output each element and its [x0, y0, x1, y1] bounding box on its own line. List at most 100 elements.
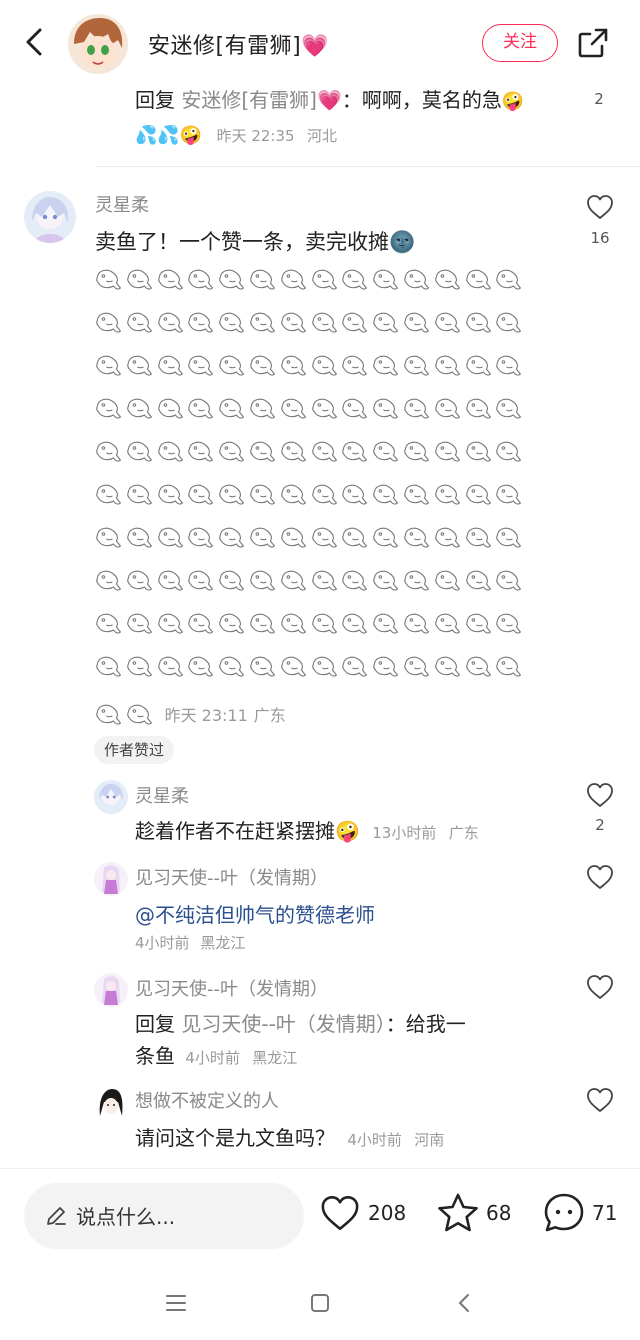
like-button[interactable]: [585, 973, 615, 1001]
follow-button[interactable]: 关注: [482, 24, 558, 62]
fish-outline-icon: [124, 565, 155, 595]
comment-author[interactable]: 灵星柔: [135, 782, 189, 808]
comment-time: 4小时前: [135, 934, 190, 952]
fish-outline-icon: [93, 651, 124, 681]
fish-outline-icon: [309, 393, 340, 423]
divider: [95, 166, 640, 167]
fish-outline-icon: [216, 350, 247, 380]
fish-outline-icon: [309, 350, 340, 380]
fish-outline-icon: [493, 393, 524, 423]
menu-icon[interactable]: [163, 1290, 189, 1316]
comment-button[interactable]: 71: [542, 1191, 617, 1235]
heart-outline-icon: [321, 1196, 359, 1230]
fish-outline-icon: [216, 479, 247, 509]
fish-outline-icon: [463, 350, 494, 380]
share-button[interactable]: [576, 26, 610, 60]
fish-outline-icon: [278, 651, 309, 681]
fish-outline-icon: [493, 565, 524, 595]
quoted-user[interactable]: 见习天使--叶（发情期）: [181, 1012, 385, 1036]
reply-like-count: 2: [594, 90, 604, 108]
author-avatar[interactable]: [68, 14, 128, 74]
share-icon: [578, 28, 608, 58]
comment-time: 4小时前: [347, 1131, 402, 1149]
heart-outline-icon: [585, 863, 615, 891]
like-button[interactable]: [585, 1086, 615, 1114]
fish-outline-icon: [463, 264, 494, 294]
fish-outline-icon: [124, 350, 155, 380]
fish-outline-icon: [185, 565, 216, 595]
comment-location: 广东: [253, 706, 286, 725]
fish-outline-icon: [155, 393, 186, 423]
comment-author[interactable]: 见习天使--叶（发情期）: [135, 975, 328, 1001]
bottom-action-bar: 说点什么... 208 68 71: [0, 1168, 640, 1264]
fish-outline-icon: [216, 565, 247, 595]
fish-outline-icon: [432, 436, 463, 466]
fish-outline-icon: [370, 350, 401, 380]
fish-outline-icon: [185, 393, 216, 423]
comment-location: 黑龙江: [252, 1049, 298, 1067]
fish-outline-icon: [432, 651, 463, 681]
comment-text: @不纯洁但帅气的赞德老师: [135, 899, 375, 928]
comment-time: 4小时前: [185, 1049, 240, 1067]
fish-outline-icon: [309, 608, 340, 638]
like-button[interactable]: [585, 193, 615, 221]
mention-link[interactable]: @不纯洁但帅气的赞德老师: [135, 903, 375, 927]
avatar[interactable]: [94, 973, 128, 1007]
like-post-button[interactable]: 208: [318, 1191, 406, 1235]
fish-outline-icon: [247, 651, 278, 681]
fish-outline-icon: [432, 350, 463, 380]
comment-text-body: 请问这个是九文鱼吗？: [135, 1126, 335, 1150]
comment-time: 昨天 23:11: [164, 706, 248, 725]
comment-author[interactable]: 见习天使--叶（发情期）: [135, 864, 328, 890]
fish-outline-icon: [463, 307, 494, 337]
fish-outline-icon: [278, 307, 309, 337]
avatar[interactable]: [94, 862, 128, 896]
comment-author[interactable]: 灵星柔: [95, 191, 149, 217]
like-button[interactable]: [585, 863, 615, 891]
fish-outline-icon: [339, 479, 370, 509]
comment-bubble-icon: [544, 1193, 584, 1232]
fish-outline-icon: [185, 522, 216, 552]
quoted-user[interactable]: 安迷修[有雷狮]💗: [181, 88, 342, 112]
comment-input[interactable]: 说点什么...: [24, 1183, 304, 1249]
fish-emoji-grid: [93, 264, 533, 694]
heart-outline-icon: [585, 781, 615, 809]
favorite-button[interactable]: 68: [436, 1191, 511, 1235]
like-button[interactable]: [585, 781, 615, 809]
back-button[interactable]: [18, 22, 54, 62]
fish-outline-icon: [278, 264, 309, 294]
fish-outline-icon: [339, 436, 370, 466]
fish-outline-icon: [278, 436, 309, 466]
fish-outline-icon: [401, 565, 432, 595]
fish-outline-icon: [401, 522, 432, 552]
top-bar: 安迷修[有雷狮]💗 关注: [0, 0, 640, 88]
fish-emoji-row: [93, 479, 533, 522]
fish-outline-icon: [124, 699, 155, 729]
fish-outline-icon: [339, 393, 370, 423]
reply-comment[interactable]: 回复 安迷修[有雷狮]💗：啊啊，莫名的急🤪💦💦🤪 昨天 22:35 河北: [135, 84, 545, 152]
fish-outline-icon: [401, 307, 432, 337]
like-total: 208: [368, 1201, 407, 1225]
comment-location: 黑龙江: [200, 934, 246, 952]
comment-location: 广东: [448, 824, 479, 842]
comment-text: 趁着作者不在赶紧摆摊🤪 13小时前 广东: [135, 815, 479, 844]
fish-outline-icon: [370, 264, 401, 294]
fish-outline-icon: [93, 479, 124, 509]
fish-emoji-row: [93, 522, 533, 565]
pencil-icon: [47, 1207, 66, 1225]
fish-outline-icon: [124, 264, 155, 294]
avatar[interactable]: [94, 1086, 128, 1120]
fish-outline-icon: [155, 307, 186, 337]
nav-back-icon[interactable]: [452, 1290, 478, 1316]
home-square-icon[interactable]: [307, 1290, 333, 1316]
fish-outline-icon: [463, 393, 494, 423]
author-name[interactable]: 安迷修[有雷狮]💗: [148, 28, 329, 60]
avatar[interactable]: [24, 191, 76, 243]
fish-outline-icon: [247, 307, 278, 337]
comment-author[interactable]: 想做不被定义的人: [135, 1087, 279, 1113]
fish-outline-icon: [185, 307, 216, 337]
avatar[interactable]: [94, 780, 128, 814]
fish-outline-icon: [216, 436, 247, 466]
fish-outline-icon: [463, 479, 494, 509]
fish-outline-icon: [93, 436, 124, 466]
